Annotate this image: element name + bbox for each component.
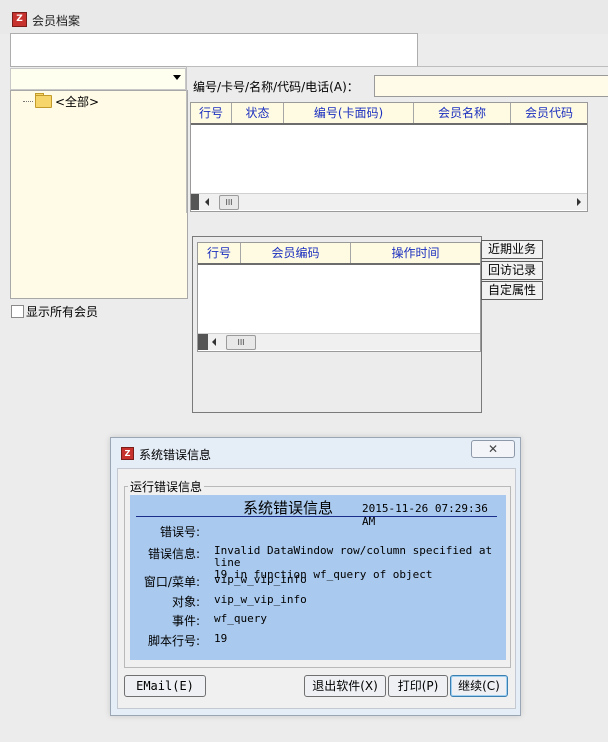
main-title-bar xyxy=(0,0,608,34)
window-menu-label: 窗口/菜单: xyxy=(143,575,200,589)
column-header[interactable]: 行号 xyxy=(191,103,232,123)
folder-icon xyxy=(35,95,52,108)
event-label: 事件: xyxy=(171,614,200,628)
window-menu-value: vip_w_vip_info xyxy=(214,573,307,586)
scroll-thumb[interactable]: III xyxy=(219,195,239,210)
scroll-left-icon[interactable] xyxy=(212,338,216,346)
column-header[interactable]: 会员名称 xyxy=(414,103,511,123)
grid-header: 行号 会员编码 操作时间 xyxy=(198,243,480,265)
app-icon: Z xyxy=(12,12,27,27)
member-grid[interactable]: 行号 状态 编号(卡面码) 会员名称 会员代码 III xyxy=(190,102,588,212)
error-message-label: 错误信息: xyxy=(147,547,200,561)
scrollbar-corner xyxy=(198,334,208,350)
exit-button[interactable]: 退出软件(X) xyxy=(304,675,386,697)
event-value: wf_query xyxy=(214,612,267,625)
tree-connector xyxy=(23,101,33,102)
scroll-left-icon[interactable] xyxy=(205,198,209,206)
column-header[interactable]: 操作时间 xyxy=(351,243,480,263)
search-label: 编号/卡号/名称/代码/电话(A)： xyxy=(193,80,359,94)
error-number-label: 错误号: xyxy=(159,525,200,539)
info-timestamp: 2015-11-26 07:29:36 AM xyxy=(362,502,488,528)
scrollbar-corner xyxy=(191,194,199,210)
close-icon[interactable]: ✕ xyxy=(471,440,515,458)
tab-custom-attributes[interactable]: 自定属性 xyxy=(481,281,544,300)
horizontal-scrollbar[interactable]: III xyxy=(191,193,587,210)
script-line-value: 19 xyxy=(214,632,228,645)
group-label: 运行错误信息 xyxy=(128,478,205,495)
grid-header: 行号 状态 编号(卡面码) 会员名称 会员代码 xyxy=(191,103,587,125)
member-tree[interactable]: <全部> xyxy=(10,90,188,299)
continue-button[interactable]: 继续(C) xyxy=(450,675,508,697)
window-title: 会员档案 xyxy=(32,14,81,28)
object-label: 对象: xyxy=(171,595,200,609)
search-input[interactable] xyxy=(374,75,608,97)
column-header[interactable]: 会员代码 xyxy=(511,103,587,123)
top-input-area[interactable] xyxy=(10,33,418,67)
show-all-label: 显示所有会员 xyxy=(26,305,99,319)
error-info-panel: 系统错误信息 2015-11-26 07:29:36 AM 错误号: 错误信息:… xyxy=(130,495,506,660)
dialog-title: 系统错误信息 xyxy=(139,448,212,462)
dialog-body: 运行错误信息 系统错误信息 2015-11-26 07:29:36 AM 错误号… xyxy=(117,468,516,709)
info-title: 系统错误信息 xyxy=(243,499,334,517)
print-button[interactable]: 打印(P) xyxy=(388,675,448,697)
email-button[interactable]: EMail(E) xyxy=(124,675,206,697)
column-header[interactable]: 状态 xyxy=(232,103,284,123)
column-header[interactable]: 会员编码 xyxy=(241,243,351,263)
category-dropdown[interactable] xyxy=(10,68,186,90)
tree-item-all[interactable]: <全部> xyxy=(55,93,99,110)
scroll-right-icon[interactable] xyxy=(577,198,581,206)
history-grid[interactable]: 行号 会员编码 操作时间 III xyxy=(197,242,481,352)
error-dialog: Z 系统错误信息 ✕ 运行错误信息 系统错误信息 2015-11-26 07:2… xyxy=(110,437,521,716)
column-header[interactable]: 编号(卡面码) xyxy=(284,103,414,123)
horizontal-scrollbar[interactable]: III xyxy=(198,333,480,350)
app-icon: Z xyxy=(121,447,134,460)
script-line-label: 脚本行号: xyxy=(147,634,200,648)
tab-visit-records[interactable]: 回访记录 xyxy=(481,261,544,280)
scroll-thumb[interactable]: III xyxy=(226,335,256,350)
divider xyxy=(136,516,497,517)
tab-recent-business[interactable]: 近期业务 xyxy=(481,240,544,259)
chevron-down-icon[interactable] xyxy=(173,75,181,80)
show-all-checkbox[interactable] xyxy=(11,305,24,318)
object-value: vip_w_vip_info xyxy=(214,593,307,606)
column-header[interactable]: 行号 xyxy=(198,243,241,263)
